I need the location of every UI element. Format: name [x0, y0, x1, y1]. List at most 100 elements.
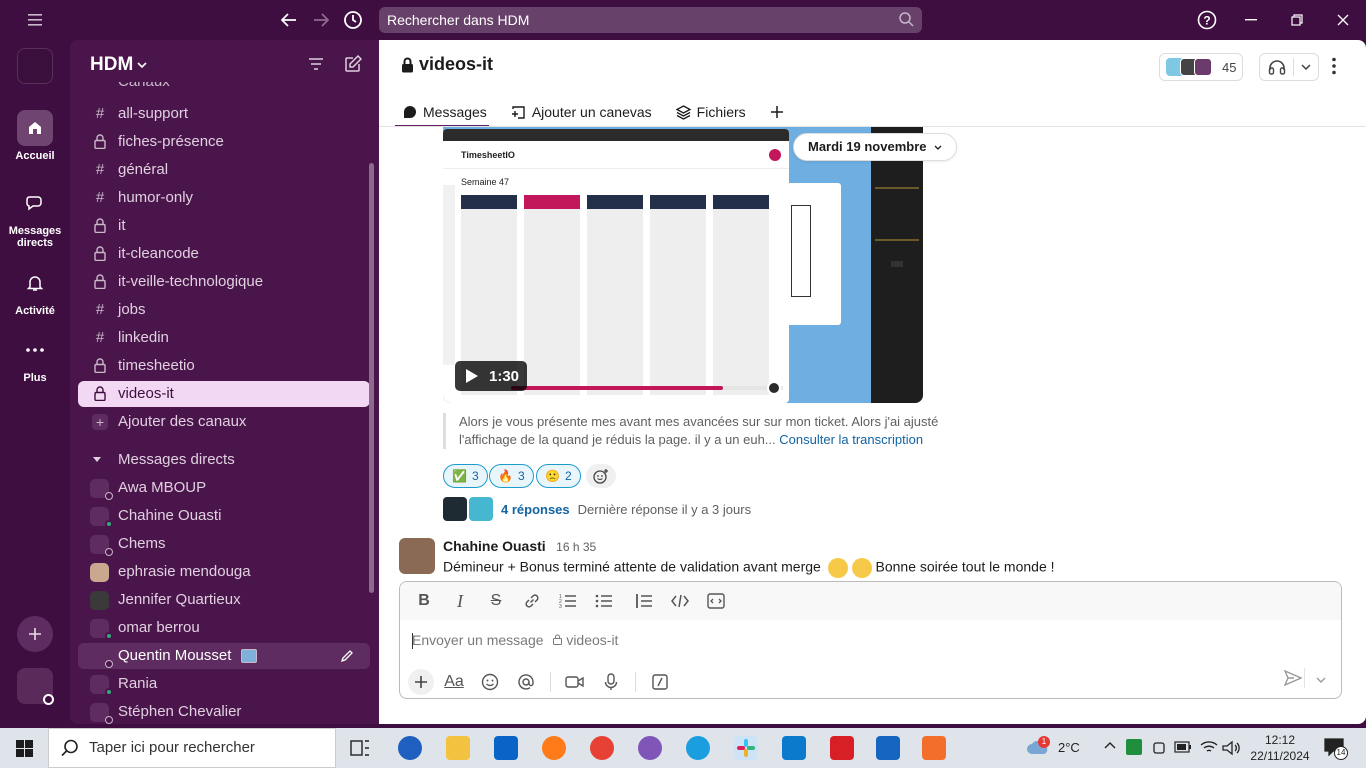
- reaction-check[interactable]: ✅ 3: [443, 464, 488, 488]
- video-progress-track[interactable]: [511, 386, 783, 390]
- compose-icon[interactable]: [344, 55, 362, 73]
- weather-temperature[interactable]: 2°C: [1058, 740, 1080, 755]
- tab-files[interactable]: Fichiers: [668, 98, 754, 126]
- attach-plus-icon[interactable]: [408, 669, 434, 695]
- sidebar-scrollbar[interactable]: [369, 163, 374, 593]
- mention-icon[interactable]: [510, 668, 542, 696]
- add-tab-button[interactable]: [762, 98, 792, 126]
- sidebar-channel-it-veille-technologique[interactable]: it-veille-technologique: [78, 269, 370, 295]
- forward-arrow-icon[interactable]: [310, 10, 332, 30]
- reaction-fire[interactable]: 🔥 3: [489, 464, 534, 488]
- dm-item[interactable]: ephrasie mendouga: [78, 559, 370, 585]
- huddle-button[interactable]: [1259, 53, 1319, 81]
- sidebar-channel-jobs[interactable]: # jobs: [78, 297, 370, 323]
- task-view-icon[interactable]: [348, 736, 372, 760]
- message-input[interactable]: Envoyer un message videos-it: [412, 632, 618, 650]
- video-camera-icon[interactable]: [559, 668, 591, 696]
- thread-summary[interactable]: 4 réponses Dernière réponse il y a 3 jou…: [443, 497, 751, 521]
- slack-taskbar-icon[interactable]: [734, 736, 758, 760]
- date-divider-pill[interactable]: Mardi 19 novembre: [793, 133, 958, 161]
- dm-item[interactable]: Jennifer Quartieux: [78, 587, 370, 613]
- edge-icon[interactable]: [686, 736, 710, 760]
- sidebar-channel-timesheetio[interactable]: timesheetio: [78, 353, 370, 379]
- sidebar-channel-all-support[interactable]: # all-support: [78, 101, 370, 127]
- dm-item[interactable]: Awa MBOUP: [78, 475, 370, 501]
- kebab-menu-icon[interactable]: [1331, 57, 1337, 75]
- code-block-icon[interactable]: [700, 587, 732, 615]
- presentation-app-icon[interactable]: [922, 736, 946, 760]
- tab-canvas[interactable]: Ajouter un canevas: [503, 98, 660, 126]
- slash-command-icon[interactable]: [644, 668, 676, 696]
- sidebar-channel-général[interactable]: # général: [78, 157, 370, 183]
- sidebar-channel-linkedin[interactable]: # linkedin: [78, 325, 370, 351]
- volume-icon[interactable]: [1222, 740, 1240, 756]
- tab-messages[interactable]: Messages: [395, 98, 495, 126]
- firefox-icon[interactable]: [542, 736, 566, 760]
- edit-pencil-icon[interactable]: [340, 649, 354, 663]
- chevron-up-icon[interactable]: [1104, 741, 1116, 749]
- members-button[interactable]: 45: [1159, 53, 1244, 81]
- filter-icon[interactable]: [308, 57, 324, 71]
- rail-home[interactable]: Accueil: [0, 110, 70, 162]
- restore-window-icon[interactable]: [1286, 10, 1308, 30]
- workspace-icon[interactable]: [17, 48, 53, 84]
- video-attachment[interactable]: TimesheetIO Semaine 47 1:30: [443, 127, 923, 403]
- vscode-icon[interactable]: [782, 736, 806, 760]
- sidebar-channel-it-cleancode[interactable]: it-cleancode: [78, 241, 370, 267]
- back-arrow-icon[interactable]: [278, 10, 300, 30]
- rail-activity[interactable]: Activité: [0, 265, 70, 317]
- sidebar-channel-it[interactable]: it: [78, 213, 370, 239]
- channel-title[interactable]: videos-it: [401, 54, 493, 75]
- reaction-frown[interactable]: 🙁 2: [536, 464, 581, 488]
- history-clock-icon[interactable]: [342, 9, 364, 31]
- word-app-icon[interactable]: [876, 736, 900, 760]
- sidebar-channel-fiches-présence[interactable]: fiches-présence: [78, 129, 370, 155]
- acrobat-icon[interactable]: [830, 736, 854, 760]
- message-timestamp[interactable]: 16 h 35: [556, 540, 596, 554]
- battery-icon[interactable]: [1174, 741, 1192, 753]
- close-window-icon[interactable]: [1332, 10, 1354, 30]
- emoji-icon[interactable]: [474, 668, 506, 696]
- dm-section-header[interactable]: Messages directs: [78, 447, 370, 473]
- sidebar-channel-humor-only[interactable]: # humor-only: [78, 185, 370, 211]
- text-format-icon[interactable]: Aa: [438, 668, 470, 696]
- chrome-profile-icon[interactable]: [638, 736, 662, 760]
- workspace-name[interactable]: HDM: [90, 54, 147, 76]
- dm-item[interactable]: Chems: [78, 531, 370, 557]
- security-app-icon[interactable]: [398, 736, 422, 760]
- search-input[interactable]: Rechercher dans HDM: [379, 7, 922, 33]
- add-channels-button[interactable]: + Ajouter des canaux: [78, 409, 370, 435]
- author-avatar[interactable]: [399, 538, 435, 574]
- create-new-button[interactable]: [17, 616, 53, 652]
- tray-app-icon[interactable]: [1126, 739, 1142, 755]
- minimize-window-icon[interactable]: [1240, 10, 1262, 30]
- send-options-chevron-icon[interactable]: [1316, 677, 1326, 683]
- microphone-icon[interactable]: [595, 668, 627, 696]
- taskbar-search-input[interactable]: Taper ici pour rechercher: [48, 728, 336, 768]
- rail-more[interactable]: Plus: [0, 332, 70, 384]
- italic-icon[interactable]: I: [444, 587, 476, 615]
- add-reaction-button[interactable]: [586, 464, 616, 488]
- video-scrubber-handle[interactable]: [767, 381, 781, 395]
- code-icon[interactable]: [664, 587, 696, 615]
- message-author[interactable]: Chahine Ouasti: [443, 538, 546, 554]
- dm-item[interactable]: omar berrou: [78, 615, 370, 641]
- numbered-list-icon[interactable]: 123: [552, 587, 584, 615]
- dm-item[interactable]: Stéphen Chevalier: [78, 699, 370, 724]
- view-transcript-link[interactable]: Consulter la transcription: [779, 432, 923, 447]
- dm-item[interactable]: Rania: [78, 671, 370, 697]
- dm-item[interactable]: Quentin Mousset: [78, 643, 370, 669]
- blockquote-icon[interactable]: [628, 587, 660, 615]
- video-play-button[interactable]: 1:30: [455, 361, 527, 391]
- link-icon[interactable]: [516, 587, 548, 615]
- wifi-icon[interactable]: [1200, 740, 1218, 754]
- send-icon[interactable]: [1284, 670, 1302, 686]
- help-icon[interactable]: ?: [1196, 9, 1218, 31]
- tray-device-icon[interactable]: [1152, 740, 1166, 756]
- rail-direct-messages[interactable]: Messages directs: [0, 185, 70, 249]
- windows-start-icon[interactable]: [16, 740, 33, 757]
- chrome-icon[interactable]: [590, 736, 614, 760]
- bullet-list-icon[interactable]: [588, 587, 620, 615]
- file-explorer-icon[interactable]: [446, 736, 470, 760]
- outlook-icon[interactable]: [494, 736, 518, 760]
